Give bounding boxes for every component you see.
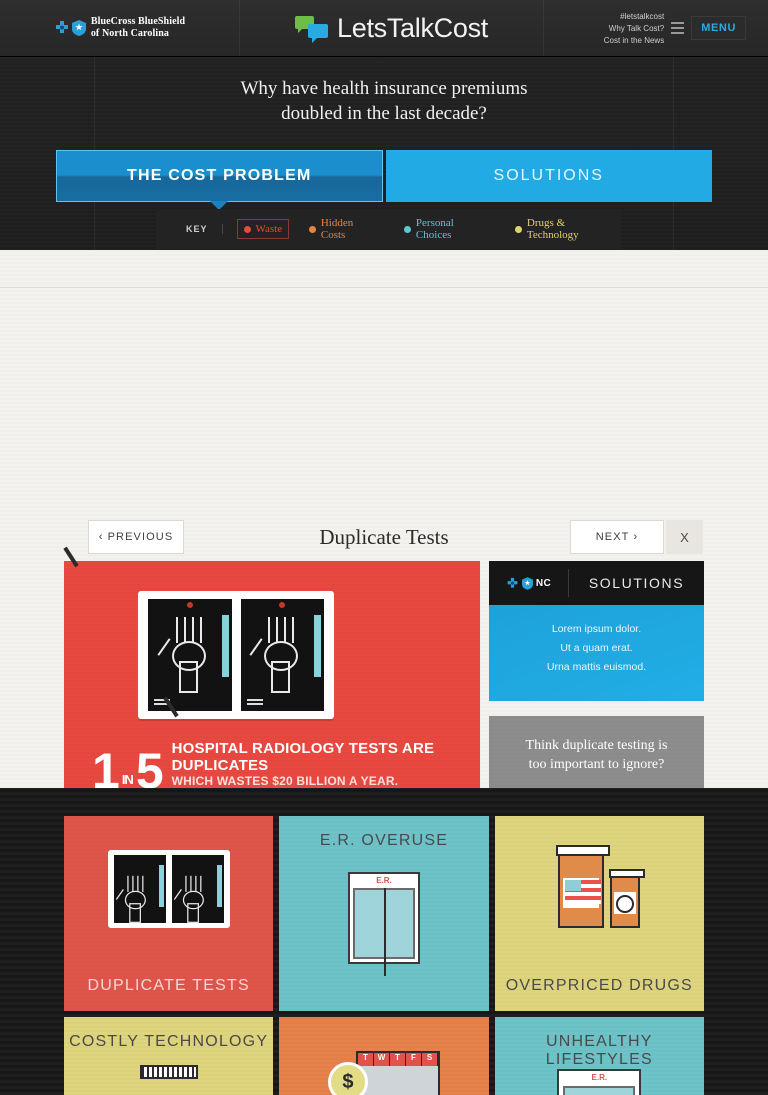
nav-link-why-talk-cost[interactable]: Why Talk Cost?	[609, 23, 664, 34]
stat-number-1: 1	[92, 743, 120, 799]
tile-er-overuse[interactable]: E.R. OVERUSE E.R.	[279, 816, 489, 1011]
key-legend: KEY Waste Hidden Costs Personal Choices …	[156, 209, 622, 249]
xray-icon	[64, 850, 273, 928]
solutions-panel-title: SOLUTIONS	[588, 575, 685, 591]
tile-duplicate-tests[interactable]: DUPLICATE TESTS	[64, 816, 274, 1011]
calendar-day: F	[406, 1053, 422, 1066]
tile-label: DUPLICATE TESTS	[87, 977, 250, 994]
hand-xray-icon	[157, 617, 216, 695]
share-prompt-line-2: too important to ignore?	[528, 757, 665, 772]
tile-unhealthy-lifestyles[interactable]: UNHEALTHY LIFESTYLES E.R.	[494, 1017, 704, 1095]
tile-wasted-time[interactable]: $ T W T F S	[279, 1017, 489, 1095]
tab-the-cost-problem[interactable]: THE COST PROBLEM	[56, 150, 383, 210]
stat-number-2: 5	[135, 743, 164, 799]
bcbs-logo-marks	[54, 20, 86, 36]
modal-header: Duplicate Tests ‹ PREVIOUS NEXT › X	[0, 520, 768, 556]
key-dot-drugs-technology	[515, 225, 522, 233]
pill-bottle-icon	[64, 1065, 273, 1079]
solutions-line-3: Urna mattis euismod.	[546, 661, 647, 673]
nc-label: NC	[535, 577, 552, 589]
calendar-day: T	[390, 1053, 406, 1066]
cross-icon	[55, 21, 68, 33]
calendar-coin-icon: $ T W T F S	[279, 1051, 488, 1095]
key-item-waste[interactable]: Waste	[236, 219, 290, 239]
infographic-panel[interactable]: 1 IN 5 HOSPITAL RADIOLOGY TESTS ARE DUPL…	[64, 561, 480, 814]
logo-wordmark: LetsTalkCost	[337, 12, 488, 43]
stat-headline: HOSPITAL RADIOLOGY TESTS ARE DUPLICATES	[171, 740, 435, 774]
site-logo[interactable]: LetsTalkCost	[240, 13, 543, 44]
solutions-panel-header: NC SOLUTIONS	[489, 561, 704, 605]
calendar-day: T	[358, 1053, 374, 1066]
key-dot-waste	[243, 225, 251, 233]
nav-link-cost-in-the-news[interactable]: Cost in the News	[604, 35, 664, 46]
brand-line-2: of North Carolina	[90, 28, 170, 39]
share-prompt: Think duplicate testing is too important…	[489, 736, 704, 774]
solutions-line-2: Ut a quam erat.	[560, 642, 633, 654]
header-nav: #letstalkcost Why Talk Cost? Cost in the…	[543, 0, 768, 56]
close-button[interactable]: X	[666, 520, 703, 554]
topic-tile-section: DUPLICATE TESTS E.R. OVERUSE E.R. OVERPR…	[0, 788, 768, 1095]
key-item-label: Drugs & Technology	[526, 217, 579, 241]
topic-tile-grid: DUPLICATE TESTS E.R. OVERUSE E.R. OVERPR…	[64, 816, 704, 1095]
next-button[interactable]: NEXT ›	[570, 520, 664, 554]
calendar-header: T W T F S	[357, 1053, 438, 1066]
shield-icon	[521, 576, 533, 590]
hero-question: Why have health insurance premiums doubl…	[0, 76, 768, 126]
cross-icon	[507, 577, 518, 588]
pill-bottles-icon	[495, 845, 704, 928]
key-dot-personal-choices	[404, 225, 411, 233]
tab-solutions[interactable]: SOLUTIONS	[385, 150, 712, 202]
key-item-hidden-costs[interactable]: Hidden Costs	[303, 214, 384, 244]
shield-icon	[71, 20, 86, 36]
key-item-drugs-technology[interactable]: Drugs & Technology	[509, 214, 622, 244]
calendar-day: W	[374, 1053, 390, 1066]
calendar-day: S	[422, 1053, 438, 1066]
stat-subline: WHICH WASTES $20 BILLION A YEAR.	[171, 774, 399, 788]
tile-label: UNHEALTHY LIFESTYLES	[545, 1033, 653, 1068]
tile-label: E.R. OVERUSE	[319, 832, 449, 849]
detail-modal: Duplicate Tests ‹ PREVIOUS NEXT › X 1 IN…	[0, 250, 768, 1024]
chat-bubbles-icon	[295, 16, 329, 43]
key-item-label: Personal Choices	[415, 217, 454, 241]
page-root: BlueCross BlueShield of North Carolina L…	[0, 0, 768, 1095]
hamburger-icon[interactable]	[671, 22, 685, 34]
site-header: BlueCross BlueShield of North Carolina L…	[0, 0, 768, 57]
solutions-panel[interactable]: NC SOLUTIONS Lorem ipsum dolor. Ut a qua…	[489, 561, 704, 701]
brand-line-1: BlueCross BlueShield	[90, 16, 186, 27]
hero-question-line-2: doubled in the last decade?	[281, 103, 487, 124]
er-sign-icon: E.R.	[495, 1069, 704, 1095]
hand-xray-icon	[249, 617, 308, 695]
previous-button[interactable]: ‹ PREVIOUS	[88, 520, 184, 554]
statistic-block: 1 IN 5 HOSPITAL RADIOLOGY TESTS ARE DUPL…	[92, 740, 480, 799]
key-item-label: Hidden Costs	[320, 217, 354, 241]
modal-divider	[0, 287, 768, 288]
brand-block[interactable]: BlueCross BlueShield of North Carolina	[0, 0, 240, 56]
main-tabs: THE COST PROBLEM SOLUTIONS	[56, 150, 712, 210]
bcbs-nc-logo: NC	[489, 569, 569, 597]
tile-label: COSTLY TECHNOLOGY	[69, 1033, 269, 1050]
key-item-personal-choices[interactable]: Personal Choices	[398, 214, 495, 244]
tile-overpriced-drugs[interactable]: OVERPRICED DRUGS	[494, 816, 704, 1011]
tile-costly-technology[interactable]: COSTLY TECHNOLOGY	[64, 1017, 274, 1095]
key-item-label: Waste	[255, 223, 283, 235]
key-label: KEY	[186, 224, 223, 234]
revolving-door-icon: E.R.	[279, 872, 488, 976]
key-dot-hidden-costs	[309, 225, 316, 233]
menu-button[interactable]: MENU	[691, 16, 746, 40]
solutions-panel-body: Lorem ipsum dolor. Ut a quam erat. Urna …	[489, 605, 704, 677]
solutions-line-1: Lorem ipsum dolor.	[551, 623, 642, 635]
hero-question-line-1: Why have health insurance premiums	[240, 78, 528, 99]
tile-label: OVERPRICED DRUGS	[505, 977, 693, 994]
xray-image-right	[240, 599, 324, 711]
nav-link-hashtag[interactable]: #letstalkcost	[620, 11, 664, 22]
share-prompt-line-1: Think duplicate testing is	[525, 738, 668, 753]
xray-image-left	[148, 599, 232, 711]
